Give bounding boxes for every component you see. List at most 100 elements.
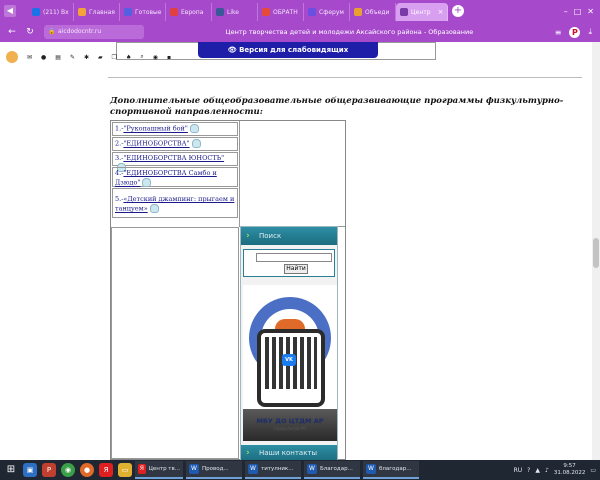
browser-tab[interactable]: Готовые [120,3,166,21]
program-item: 1.-"Рукопашный бой" [112,122,238,136]
program-link[interactable]: "Рукопашный бой" [123,125,187,133]
search-button[interactable]: Найти [284,264,308,274]
clock[interactable]: 9:57 31.08.2022 [554,463,586,477]
search-widget-title: Поиск [259,232,282,240]
tab-controls: ◀ [0,5,28,17]
address-field[interactable]: 🔒 aicdodocntr.ru [44,25,144,39]
download-icon[interactable]: ⤓ [588,27,592,37]
toolbar-info-icon[interactable]: ● [41,54,46,61]
tooth-icon [191,139,201,148]
browser-tab[interactable]: Сферум [304,3,350,21]
back-icon[interactable]: ← [6,26,18,38]
browser-tab[interactable]: Like [212,3,258,21]
chrome-icon[interactable]: ◉ [61,463,75,477]
tab-label: ОБРАТН [273,8,298,16]
scrollbar-thumb[interactable] [593,238,599,268]
os-taskbar: ⊞ ▣ P ◉ ● Я ▭ Я Центр тв... W Провод... Wтит… [0,460,600,480]
help-icon[interactable]: ? [527,467,530,474]
toolbar-page-icon[interactable]: ▤ [55,54,61,61]
toolbar-copy-icon[interactable]: ❐ [112,54,117,61]
taskbar-app[interactable]: Я Центр тв... [135,461,183,479]
extension-logo-icon[interactable] [6,51,18,63]
toolbar-bell-icon[interactable]: ♠ [126,54,131,61]
program-item: 2.-"ЕДИНОБОРСТВА" [112,137,238,151]
maximize-icon[interactable]: □ [574,7,582,16]
program-link[interactable]: "ЕДИНОБОРСТВА ЮНОСТЬ" [123,154,224,162]
toolbar-edit-icon[interactable]: ✎ [70,54,75,61]
network-icon[interactable]: ▲ [535,467,540,474]
address-bar-actions: ≡ P ⤓ [555,26,600,38]
taskbar-app[interactable]: W Провод... [186,461,242,479]
pinned-app-icon[interactable]: P [42,463,56,477]
accessibility-toolbar: ✉ ● ▤ ✎ ✱ ▰ ❐ ♠ ⌕ ◉ ▪ [0,50,240,64]
minimize-icon[interactable]: – [564,7,568,16]
toolbar-more-icon[interactable]: ▪ [167,54,171,61]
clock-time: 9:57 [563,463,576,469]
taskbar-app-label: Благодар... [320,466,353,472]
program-link[interactable]: "ЕДИНОБОРСТВА" [123,140,189,148]
browser-tab[interactable]: ОБРАТН [258,3,304,21]
toolbar-text-icon[interactable]: ✉ [27,54,32,61]
taskbar-app-label: Провод... [202,466,229,472]
refresh-icon[interactable]: ↻ [24,26,36,38]
word-icon: W [189,464,199,474]
browser-tab[interactable]: Главная [74,3,120,21]
taskbar-app[interactable]: W Благодар... [304,461,360,479]
taskbar-app[interactable]: Wблагодар... [363,461,419,479]
tab-label: Объеди [365,8,390,16]
program-item: 5.-«Детский джампинг: прыгаем и танцуем» [112,188,238,218]
search-widget-header: › Поиск [241,227,337,245]
language-indicator[interactable]: RU [514,467,523,474]
toolbar-settings-icon[interactable]: ✱ [84,54,89,61]
new-tab-button[interactable]: + [452,5,464,17]
tab-favicon-icon [262,8,270,16]
tooth-icon [189,124,199,133]
sidebar-widget: › Поиск Найти VK МБУ ДО ЦТДМ АР город Ак… [240,226,338,460]
page-scrollbar[interactable] [592,42,600,460]
toolbar-folder-icon[interactable]: ▰ [98,54,103,61]
chevron-right-icon: › [246,231,250,241]
yandex-icon[interactable]: Я [99,463,113,477]
program-item: 3.-"ЕДИНОБОРСТВА ЮНОСТЬ" [112,152,238,172]
divider [108,77,582,78]
poster-title: МБУ ДО ЦТДМ АР [256,417,324,425]
program-link[interactable]: "ЕДИНОБОРСТВА Самбо и Дзюдо" [115,169,217,187]
browser-tab[interactable]: Европа [166,3,212,21]
address-text: aicdodocntr.ru [58,28,102,35]
poster-footer [243,409,337,441]
tab-label: Сферум [319,8,344,16]
pinterest-icon[interactable]: P [569,26,581,38]
browser-tab[interactable]: Центр × [396,3,448,21]
menu-icon[interactable]: ≡ [555,28,562,37]
search-input[interactable] [256,253,332,262]
close-window-icon[interactable]: ✕ [587,7,594,16]
file-explorer-icon[interactable]: ▭ [118,463,132,477]
browser-tab[interactable]: Объеди [350,3,396,21]
volume-icon[interactable]: ♪ [545,467,549,474]
qr-code: VK [257,329,325,407]
search-form: Найти [243,249,335,277]
tab-favicon-icon [308,8,316,16]
contacts-widget-header[interactable]: › Наши контакты [241,445,337,460]
toolbar-eye-icon[interactable]: ◉ [153,54,158,61]
qr-poster[interactable]: VK МБУ ДО ЦТДМ АР город Аксай РО [243,285,337,441]
tab-label: Like [227,8,239,16]
close-tab-icon[interactable]: × [438,8,444,16]
pinned-app-2-icon[interactable]: ● [80,463,94,477]
tab-label: Европа [181,8,204,16]
toolbar-search-icon[interactable]: ⌕ [140,53,143,61]
window-controls: – □ ✕ [564,7,600,16]
address-bar-row: ← ↻ 🔒 aicdodocntr.ru Центр творчества де… [0,22,600,42]
taskbar-app[interactable]: Wтитулник... [245,461,301,479]
program-item: 4.-"ЕДИНОБОРСТВА Самбо и Дзюдо" [112,167,238,187]
programs-list: 1.-"Рукопашный бой" 2.-"ЕДИНОБОРСТВА" 3.-"… [111,121,239,219]
taskbar-app-label: титулник... [261,466,294,472]
sidebar-toggle-icon[interactable]: ◀ [4,5,16,17]
start-menu-icon[interactable]: ⊞ [4,463,18,477]
taskbar-apps: Я Центр тв... W Провод... Wтитулник... W Благо… [132,461,419,479]
tab-favicon-icon [354,8,362,16]
browser-tab[interactable]: (211) Вх [28,3,74,21]
program-link[interactable]: «Детский джампинг: прыгаем и танцуем» [115,195,234,213]
notifications-icon[interactable]: ▭ [590,467,596,474]
task-view-icon[interactable]: ▣ [23,463,37,477]
